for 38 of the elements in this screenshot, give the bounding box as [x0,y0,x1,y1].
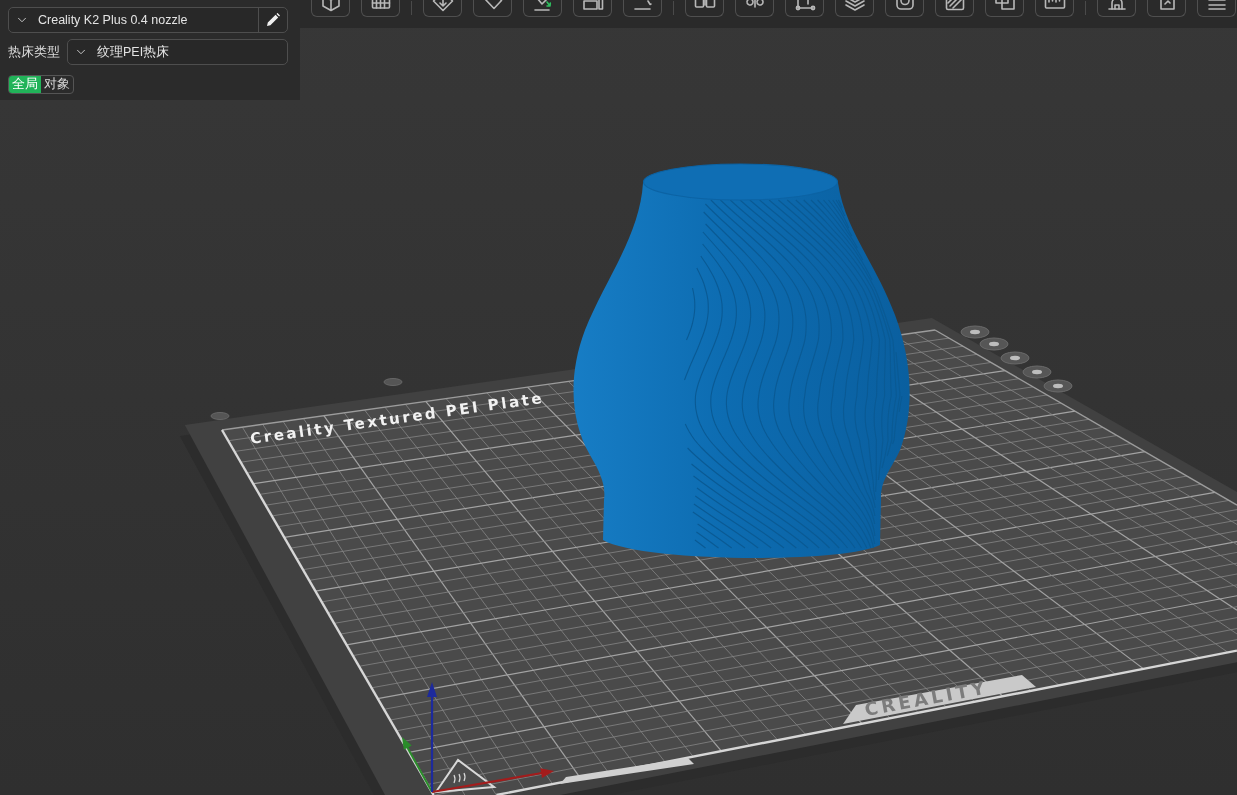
scope-tab[interactable]: 对象 [41,76,73,93]
plate-knob-icon [383,378,403,386]
toolbar-button[interactable] [885,0,924,17]
toolbar-button[interactable] [1097,0,1136,17]
bed-type-label: 热床类型 [8,43,60,61]
layers-icon [842,0,867,12]
disc-icon[interactable] [979,337,1009,351]
toolbar-button[interactable] [423,0,462,17]
disc-icon[interactable] [1000,351,1030,365]
toolbar-button[interactable] [523,0,562,17]
toolbar-button[interactable] [685,0,724,17]
overlapping-squares-icon [992,0,1017,12]
toolbar-button[interactable] [935,0,974,17]
plate-name-label: Creality Textured PEI Plate [249,388,546,448]
toolbar-button[interactable] [835,0,874,17]
toolbar-button[interactable] [985,0,1024,17]
toolbar-button[interactable] [1147,0,1186,17]
ruler-icon [1042,0,1067,12]
y-axis-arrow [402,737,433,793]
toolbar-button[interactable] [361,0,400,17]
disc-icon[interactable] [960,325,990,339]
toolbar-button[interactable] [573,0,612,17]
bed-type-select[interactable]: 纹理PEI热床 [67,39,288,65]
toolbar-button[interactable] [473,0,512,17]
plate-knob-icon [210,412,230,420]
toolbar-button[interactable] [1035,0,1074,17]
printer-select[interactable]: Creality K2 Plus 0.4 nozzle [9,8,258,32]
pencil-icon [266,13,280,27]
stacked-rectangles-icon [580,0,605,12]
diamond-arrow-icon [430,0,455,12]
disc-icon[interactable] [1022,365,1052,379]
toolbar-button[interactable] [785,0,824,17]
toolbar-button[interactable] [311,0,350,17]
toolbar-button[interactable] [735,0,774,17]
toolbar-button[interactable] [623,0,662,17]
disc-icon[interactable] [1043,379,1073,393]
heat-bed-icon [433,758,497,794]
toolbar-button[interactable] [1197,0,1236,17]
